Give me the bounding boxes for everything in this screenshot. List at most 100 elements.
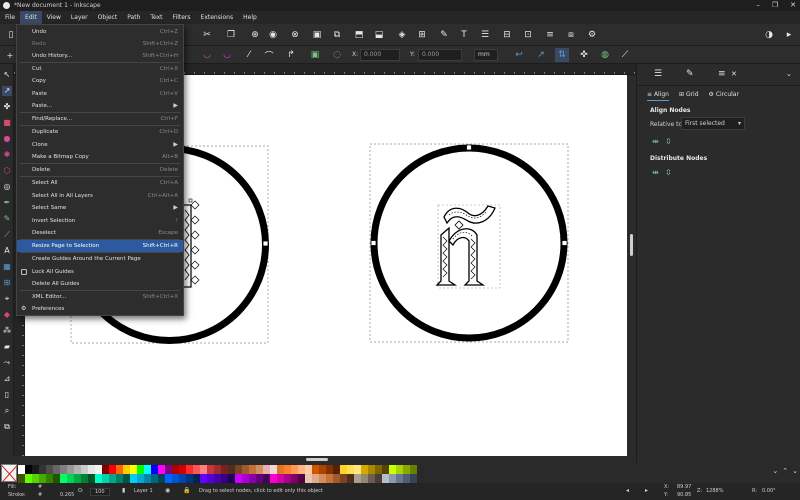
segment-line-icon[interactable]: ⁄ xyxy=(242,48,256,62)
subtab-circular[interactable]: ⚙ Circular xyxy=(709,89,739,101)
palette-swatch[interactable] xyxy=(319,465,326,474)
palette-swatch[interactable] xyxy=(368,474,375,483)
palette-swatch[interactable] xyxy=(137,474,144,483)
eye-icon[interactable]: ◉ xyxy=(165,487,170,494)
palette-swatch[interactable] xyxy=(193,474,200,483)
palette-swatch[interactable] xyxy=(214,474,221,483)
menu-item-paste-submenu[interactable]: Paste... ▶ xyxy=(17,100,183,112)
calligraphy-tool-icon[interactable]: ⟋ xyxy=(2,230,12,240)
palette-swatch[interactable] xyxy=(109,474,116,483)
palette-swatch[interactable] xyxy=(46,465,53,474)
menu-item-resize-page[interactable]: Resize Page to Selection Shift+Ctrl+R xyxy=(17,240,183,252)
node-symmetric-icon[interactable]: ◡ xyxy=(220,48,234,62)
palette-swatch[interactable] xyxy=(382,474,389,483)
zoom-selection-icon[interactable]: ⊕ xyxy=(248,28,262,42)
snap-toggle-icon[interactable]: ◑ xyxy=(762,28,776,42)
no-paint-swatch[interactable] xyxy=(1,464,17,482)
ungroup-icon[interactable]: ⧉ xyxy=(330,28,344,42)
palette-swatch[interactable] xyxy=(67,474,74,483)
current-layer[interactable]: Layer 1 xyxy=(134,488,153,494)
edit-clip-icon[interactable]: ✜ xyxy=(577,48,591,62)
palette-swatch[interactable] xyxy=(396,474,403,483)
palette-swatch[interactable] xyxy=(123,474,130,483)
menu-item-delete-guides[interactable]: Delete All Guides xyxy=(17,278,183,290)
show-outline-icon[interactable]: ↗ xyxy=(534,48,548,62)
palette-swatch[interactable] xyxy=(74,474,81,483)
menu-item-select-all-layers[interactable]: Select All in All Layers Ctrl+Alt+A xyxy=(17,190,183,202)
menu-item-duplicate[interactable]: Duplicate Ctrl+D xyxy=(17,126,183,138)
palette-swatch[interactable] xyxy=(305,474,312,483)
align-tab-icon[interactable]: ≡ xyxy=(718,69,726,79)
menu-item-paste[interactable]: Paste Ctrl+V xyxy=(17,88,183,100)
gradient-tool-icon[interactable]: ▦ xyxy=(2,262,12,272)
palette-swatch[interactable] xyxy=(102,465,109,474)
group-icon[interactable]: ▣ xyxy=(310,28,324,42)
symbols-icon[interactable]: ⊡ xyxy=(521,28,535,42)
palette-swatch[interactable] xyxy=(172,465,179,474)
spray-tool-icon[interactable]: ⁂ xyxy=(2,326,12,336)
palette-swatch[interactable] xyxy=(291,474,298,483)
palette-swatch[interactable] xyxy=(95,474,102,483)
text-icon[interactable]: T xyxy=(457,28,471,42)
palette-swatch[interactable] xyxy=(88,474,95,483)
palette-swatch[interactable] xyxy=(186,474,193,483)
palette-swatch[interactable] xyxy=(67,465,74,474)
palette-swatch[interactable] xyxy=(242,465,249,474)
palette-swatch[interactable] xyxy=(207,474,214,483)
spiral-tool-icon[interactable]: ◎ xyxy=(2,182,12,192)
palette-swatch[interactable] xyxy=(291,465,298,474)
palette-swatch[interactable] xyxy=(326,465,333,474)
mesh-tool-icon[interactable]: ⊞ xyxy=(2,278,12,288)
menu-extensions[interactable]: Extensions xyxy=(196,11,239,24)
segment-curve-icon[interactable]: ⌒ xyxy=(262,48,276,62)
object-to-path-icon[interactable]: ▣ xyxy=(308,48,322,62)
horizontal-scroll-thumb[interactable] xyxy=(306,458,328,461)
palette-swatch[interactable] xyxy=(25,465,32,474)
stroke-width[interactable]: 0.265 xyxy=(60,492,74,498)
palette-swatch[interactable] xyxy=(354,474,361,483)
palette-swatch[interactable] xyxy=(130,474,137,483)
zoom-drawing-icon[interactable]: ◉ xyxy=(266,28,280,42)
palette-swatch[interactable] xyxy=(340,474,347,483)
fill-value[interactable]: # xyxy=(38,484,42,490)
menu-item-preferences[interactable]: ⚙ Preferences xyxy=(17,303,183,315)
palette-swatch[interactable] xyxy=(116,465,123,474)
rotation-value[interactable]: 0.00° xyxy=(762,488,776,494)
palette-swatch[interactable] xyxy=(242,474,249,483)
path-effect-icon[interactable]: ◌ xyxy=(330,48,344,62)
palette-swatch[interactable] xyxy=(347,474,354,483)
palette-swatch[interactable] xyxy=(319,474,326,483)
add-node-icon[interactable]: + xyxy=(3,48,17,62)
palette-swatch[interactable] xyxy=(361,474,368,483)
show-handles-icon[interactable]: ↩ xyxy=(512,48,526,62)
palette-swatch[interactable] xyxy=(284,474,291,483)
palette-scroll-icon[interactable]: ⌄ xyxy=(772,467,778,475)
menu-item-select-all[interactable]: Select All Ctrl+A xyxy=(17,177,183,189)
palette-swatch[interactable] xyxy=(389,474,396,483)
cut-icon[interactable]: ✂ xyxy=(200,28,214,42)
palette-swatch[interactable] xyxy=(375,474,382,483)
palette-swatch[interactable] xyxy=(200,474,207,483)
menu-item-xml-editor[interactable]: XML Editor... Shift+Ctrl+X xyxy=(17,291,183,303)
lower-icon[interactable]: ⬓ xyxy=(372,28,386,42)
text-tool-icon[interactable]: A xyxy=(2,246,12,256)
palette-swatch[interactable] xyxy=(403,465,410,474)
distribute-nodes-vertical-icon[interactable]: ⇳ xyxy=(665,168,672,177)
close-tab-icon[interactable]: ✕ xyxy=(731,70,737,78)
menu-item-find-replace[interactable]: Find/Replace... Ctrl+F xyxy=(17,113,183,125)
right-circle-node-left[interactable] xyxy=(370,240,377,246)
palette-swatch[interactable] xyxy=(221,465,228,474)
palette-swatch[interactable] xyxy=(193,465,200,474)
xml-editor-icon[interactable]: ⊟ xyxy=(500,28,514,42)
palette-swatch[interactable] xyxy=(60,465,67,474)
palette-menu-icon[interactable]: ⌄ xyxy=(792,467,798,475)
palette-swatch[interactable] xyxy=(130,465,137,474)
palette-swatch[interactable] xyxy=(410,465,417,474)
palette-swatch[interactable] xyxy=(305,465,312,474)
palette-swatch[interactable] xyxy=(249,465,256,474)
eraser-tool-icon[interactable]: ▰ xyxy=(2,342,12,352)
raise-icon[interactable]: ⬒ xyxy=(352,28,366,42)
palette-swatch[interactable] xyxy=(74,465,81,474)
vertical-scroll-thumb[interactable] xyxy=(630,234,633,256)
palette-swatch[interactable] xyxy=(249,474,256,483)
